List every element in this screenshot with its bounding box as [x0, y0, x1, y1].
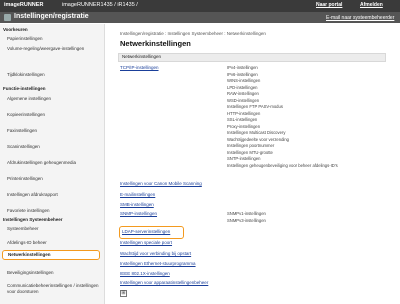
section-header: Netwerkinstellingen	[118, 53, 386, 62]
sidebar-item-volume[interactable]: Volume-regeling/weergave-instellingen	[0, 45, 100, 59]
snmp-detail: SNMPv3-instellingen	[227, 218, 266, 223]
sidebar-item-network[interactable]: Netwerkinstellingen	[2, 250, 100, 260]
expand-icon[interactable]: ⊞	[120, 290, 127, 297]
mobile-scanning-link[interactable]: Instellingen voor Canon Mobile Scanning	[120, 181, 202, 186]
tcpip-detail: SNTP-instellingen	[227, 156, 261, 161]
tcpip-detail: Instellingen FTP PASV-modus	[227, 104, 283, 109]
sidebar-heading-voorkeuren: Voorkeuren	[3, 27, 28, 32]
logout-link[interactable]: Afmelden	[360, 2, 383, 8]
sidebar-item-report[interactable]: Instellingen afdrukrapport	[0, 190, 100, 200]
tcpip-detail: IPv6-instellingen	[227, 71, 258, 77]
sidebar-item-favorites[interactable]: Favoriete instellingen	[0, 206, 100, 216]
special-port-link[interactable]: Instellingen speciale poort	[120, 240, 172, 245]
sidebar-item-copy[interactable]: Kopieerinstellingen	[0, 110, 100, 120]
portal-link[interactable]: Naar portal	[316, 2, 342, 8]
tcpip-detail: WINS-instellingen	[227, 78, 261, 83]
sidebar-item-dept-id[interactable]: Afdelings-ID beheer	[0, 238, 100, 248]
sidebar-item-paper[interactable]: Papierinstellingen	[0, 34, 100, 44]
tcpip-detail: SSL-instellingen	[227, 117, 258, 122]
sidebar-item-scan[interactable]: Scaninstellingen	[0, 142, 100, 152]
settings-app-icon	[4, 14, 11, 21]
sidebar-item-general[interactable]: Algemene instellingen	[0, 94, 100, 104]
top-bar: imageRUNNER imageRUNNER1435 / iR1435 / N…	[0, 0, 400, 12]
section-header-label: Netwerkinstellingen	[122, 54, 162, 59]
tcpip-detail: Instellingen Multicast Discovery	[227, 130, 286, 135]
sidebar: Voorkeuren Papierinstellingen Volume-reg…	[0, 24, 105, 304]
ldap-server-link[interactable]: LDAP-serverinstellingen	[122, 229, 170, 234]
device-model: imageRUNNER1435 / iR1435 /	[62, 2, 138, 8]
breadcrumb: Instellingen/registratie : Instellingen …	[120, 31, 266, 36]
tcpip-detail: LPD-instellingen	[227, 84, 258, 90]
smb-settings-link[interactable]: SMB-instellingen	[120, 202, 154, 207]
tcpip-detail: IPv4-instellingen	[227, 65, 258, 70]
tcpip-detail: Wachtrijgedeelte voor verzending	[227, 136, 289, 142]
tcpip-settings-link[interactable]: TCP/IP-instellingen	[120, 65, 159, 70]
tcpip-detail: Instellingen poortnummer	[227, 143, 275, 148]
ieee8021x-link[interactable]: IEEE 802.1X-instellingen	[120, 271, 170, 276]
header-bar: Instellingen/registratie E-mail naar sys…	[0, 12, 400, 23]
snmp-settings-link[interactable]: SNMP-instellingen	[120, 211, 157, 216]
snmp-detail: SNMPv1-instellingen	[227, 211, 266, 216]
sidebar-item-fax[interactable]: Faxinstellingen	[0, 126, 100, 136]
tcpip-detail: Instellingen MTU-grootte	[227, 149, 273, 155]
mail-admin-link[interactable]: E-mail naar systeembeheerder	[326, 15, 394, 21]
sidebar-heading-system: Instellingen Systeembeheer	[3, 217, 63, 222]
sidebar-item-security[interactable]: Beveiligingsinstellingen	[0, 268, 100, 278]
sidebar-heading-functions: Functie-instellingen	[3, 86, 46, 91]
sidebar-item-media-print[interactable]: Afdrukinstellingen geheugenmedia	[0, 158, 100, 168]
tcpip-detail: HTTP-instellingen	[227, 110, 261, 116]
app-title: Instellingen/registratie	[14, 13, 89, 20]
page-title: Netwerkinstellingen	[120, 39, 191, 48]
sidebar-item-printer[interactable]: Printerinstellingen	[0, 174, 100, 184]
tcpip-detail: Instellingen geheugenbeveiliging voor be…	[227, 162, 338, 168]
email-settings-link[interactable]: E-mailinstellingen	[120, 192, 155, 197]
sidebar-item-communication[interactable]: Communicatiebeheerinstellingen / instell…	[0, 282, 100, 296]
startup-wait-link[interactable]: Wachttijd voor verbinding bij opstart	[120, 251, 191, 256]
sidebar-item-clock[interactable]: Tijdklokinstellingen	[0, 70, 100, 80]
tcpip-detail: Proxy-instellingen	[227, 123, 261, 129]
device-mgmt-link[interactable]: Instellingen voor apparaatinstellingenbe…	[120, 280, 208, 285]
brand-name: imageRUNNER	[4, 2, 44, 8]
sidebar-item-system-mgmt[interactable]: Systeembeheer	[0, 224, 100, 234]
tcpip-detail: WSD-instellingen	[227, 97, 260, 103]
tcpip-detail: RAW-instellingen	[227, 91, 259, 96]
ethernet-driver-link[interactable]: Instellingen Ethernet-stuurprogramma	[120, 261, 196, 266]
